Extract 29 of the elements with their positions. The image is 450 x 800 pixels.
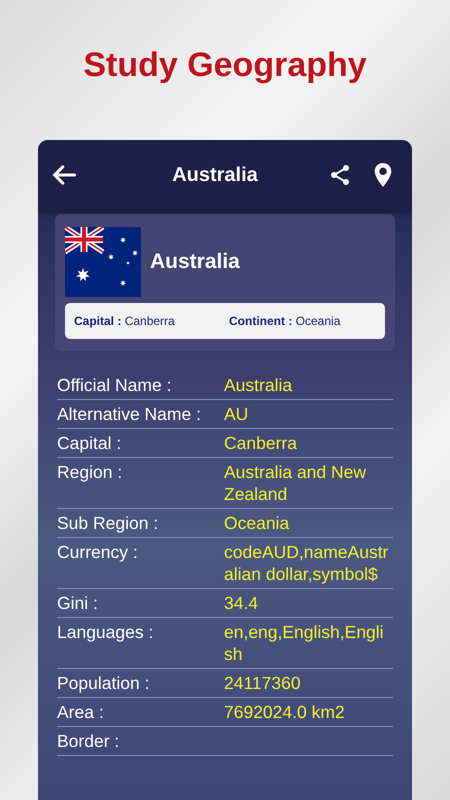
detail-label: Sub Region : xyxy=(57,512,160,534)
detail-label: Currency : xyxy=(57,541,139,564)
detail-label: Border : xyxy=(57,730,120,752)
share-icon[interactable] xyxy=(328,163,352,187)
flag-icon xyxy=(65,227,141,297)
detail-label: Gini : xyxy=(57,592,99,614)
detail-value: codeAUD,nameAustralian dollar,symbol$ xyxy=(224,541,390,585)
detail-label: Capital : xyxy=(57,432,122,454)
detail-label: Population : xyxy=(57,672,150,694)
country-name: Australia xyxy=(150,249,240,276)
location-pin-icon[interactable] xyxy=(372,162,394,188)
app-bar-title: Australia xyxy=(171,163,259,188)
detail-value: en,eng,English,English xyxy=(224,621,385,665)
detail-value: AU xyxy=(224,403,250,425)
detail-value: 34.4 xyxy=(224,592,260,614)
detail-value: 24117360 xyxy=(224,672,302,694)
capital-summary: Capital : Canberra xyxy=(74,313,176,330)
detail-value: Canberra xyxy=(224,432,298,454)
detail-label: Languages : xyxy=(57,621,154,644)
headline: Study Geography xyxy=(83,45,367,86)
detail-value: 7692024.0 km2 xyxy=(224,701,346,723)
detail-value: Australia and New Zealand xyxy=(224,461,368,505)
detail-label: Area : xyxy=(57,701,105,723)
detail-label: Official Name : xyxy=(57,374,172,396)
detail-value: Oceania xyxy=(224,512,290,534)
detail-value: Australia xyxy=(224,374,294,396)
detail-label: Region : xyxy=(57,461,124,484)
detail-label: Alternative Name : xyxy=(57,403,202,425)
continent-summary: Continent : Oceania xyxy=(229,313,340,330)
